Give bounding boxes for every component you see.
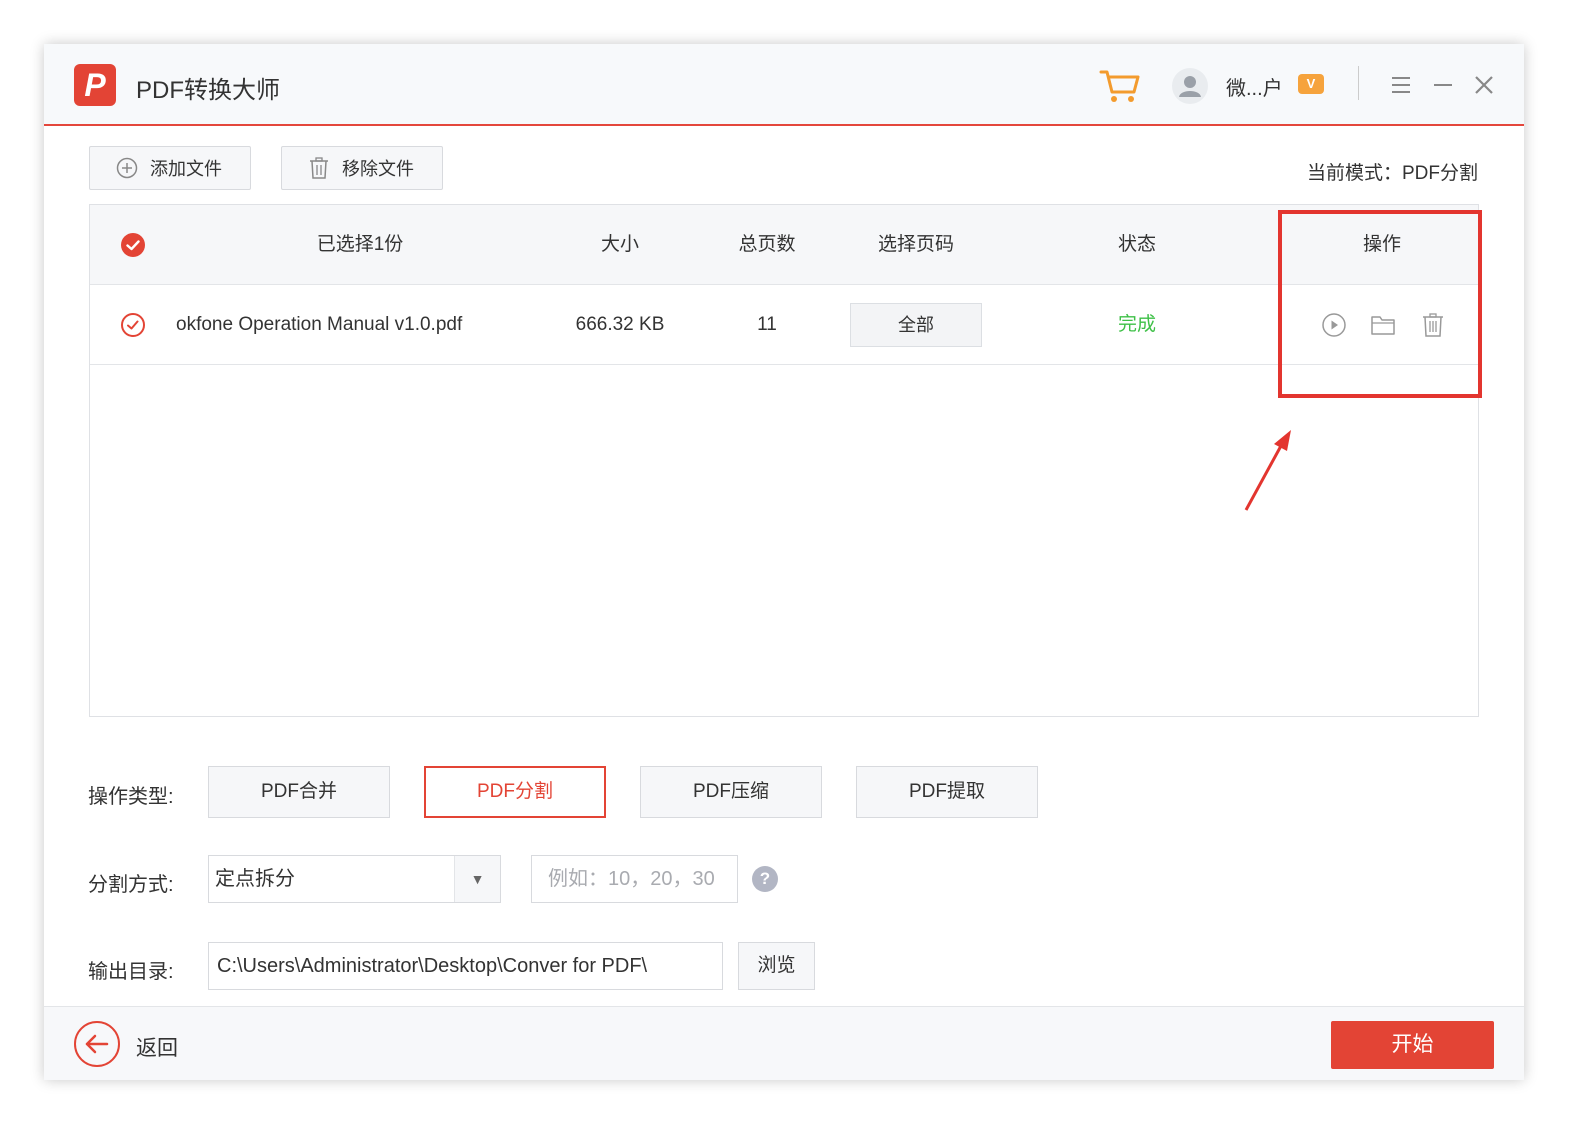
split-method-value: 定点拆分 — [215, 868, 295, 890]
add-file-label: 添加文件 — [150, 159, 222, 179]
avatar[interactable] — [1172, 68, 1208, 104]
cart-icon[interactable] — [1098, 64, 1142, 108]
add-file-button[interactable]: 添加文件 — [89, 146, 251, 190]
file-status: 完成 — [1117, 314, 1156, 335]
remove-file-button[interactable]: 移除文件 — [281, 146, 443, 190]
start-button[interactable]: 开始 — [1331, 1021, 1494, 1069]
header-page-select: 选择页码 — [877, 234, 954, 255]
app-window: P PDF转换大师 微...户 V 添加文件 移除文件 当前模式：PDF分割 已… — [44, 44, 1524, 1080]
arrow-left-icon — [85, 1034, 109, 1054]
title-bar: P PDF转换大师 微...户 V — [44, 44, 1524, 126]
file-name: okfone Operation Manual v1.0.pdf — [176, 314, 463, 335]
back-button[interactable] — [74, 1021, 120, 1067]
plus-circle-icon — [116, 157, 138, 179]
check-icon — [126, 240, 140, 251]
annotation-arrow-icon — [1244, 430, 1291, 511]
minimize-icon[interactable] — [1430, 72, 1456, 98]
split-method-select[interactable]: 定点拆分 ▼ — [208, 855, 501, 903]
file-pages: 11 — [757, 314, 777, 335]
actions-highlight-box — [1278, 210, 1482, 398]
operation-type-label: 操作类型: — [88, 786, 174, 808]
type-compress-button[interactable]: PDF压缩 — [640, 766, 822, 818]
header-size: 大小 — [600, 234, 639, 255]
select-all-checkbox[interactable] — [121, 233, 145, 257]
type-split-button[interactable]: PDF分割 — [424, 766, 606, 818]
remove-file-label: 移除文件 — [342, 159, 414, 179]
type-merge-button[interactable]: PDF合并 — [208, 766, 390, 818]
table-header: 已选择1份 大小 总页数 选择页码 状态 操作 — [90, 205, 1478, 285]
app-title: PDF转换大师 — [136, 77, 280, 104]
split-pages-input[interactable] — [531, 855, 738, 903]
current-mode: 当前模式：PDF分割 — [1306, 163, 1478, 184]
file-size: 666.32 KB — [575, 314, 665, 335]
help-icon[interactable]: ? — [752, 866, 778, 892]
back-label[interactable]: 返回 — [136, 1032, 178, 1062]
header-status: 状态 — [1117, 234, 1156, 255]
chevron-down-icon[interactable]: ▼ — [454, 856, 500, 902]
user-icon — [1179, 76, 1201, 97]
trash-icon — [310, 157, 328, 179]
split-method-label: 分割方式: — [88, 874, 174, 896]
output-dir-label: 输出目录: — [88, 961, 174, 983]
app-logo: P — [74, 64, 116, 106]
table-row[interactable]: okfone Operation Manual v1.0.pdf 666.32 … — [90, 285, 1478, 365]
browse-button[interactable]: 浏览 — [738, 942, 815, 990]
output-path-field[interactable]: C:\Users\Administrator\Desktop\Conver fo… — [208, 942, 723, 990]
footer-bar: 返回 开始 — [44, 1006, 1524, 1080]
menu-icon[interactable] — [1388, 72, 1414, 98]
header-selected: 已选择1份 — [316, 234, 404, 255]
close-icon[interactable] — [1471, 72, 1497, 98]
title-separator — [1358, 66, 1359, 100]
vip-badge[interactable]: V — [1298, 74, 1324, 94]
row-checkbox[interactable] — [121, 313, 145, 337]
check-icon — [127, 320, 139, 330]
page-select-button[interactable]: 全部 — [850, 303, 982, 347]
user-name[interactable]: 微...户 — [1226, 72, 1283, 101]
header-pages: 总页数 — [738, 234, 796, 255]
type-extract-button[interactable]: PDF提取 — [856, 766, 1038, 818]
